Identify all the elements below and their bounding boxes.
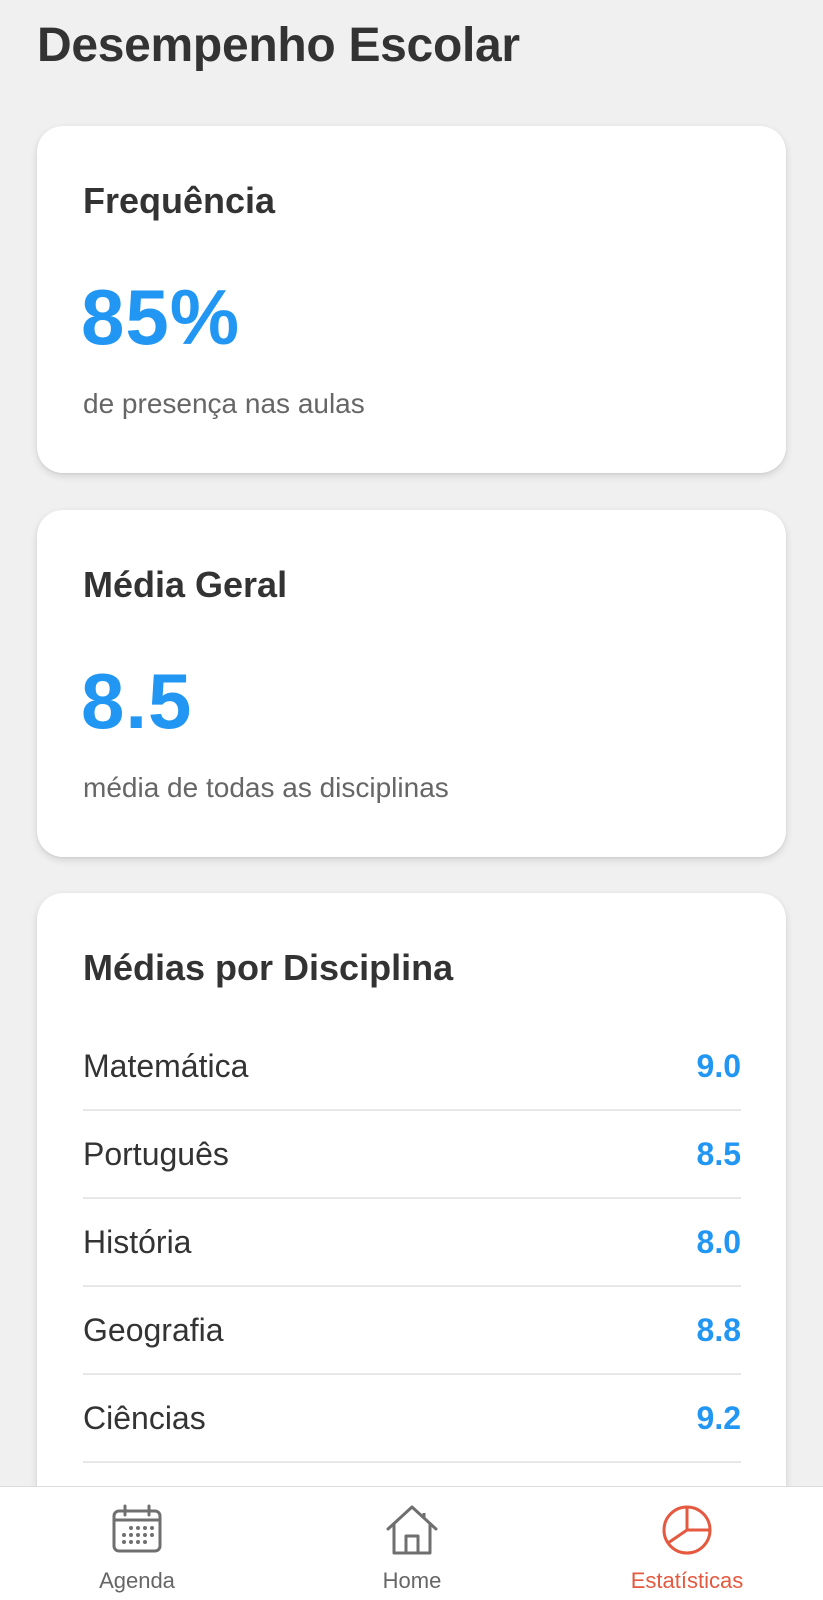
nav-item-estatisticas[interactable]: Estatísticas (587, 1487, 787, 1600)
subject-grade: 8.8 (696, 1311, 741, 1348)
home-icon (386, 1505, 438, 1555)
nav-item-agenda[interactable]: Agenda (37, 1487, 237, 1600)
subject-name: Português (83, 1135, 229, 1172)
subject-grade: 8.5 (696, 1135, 741, 1172)
bottom-nav: Agenda Home Estatísticas (0, 1486, 823, 1600)
nav-label-estatisticas: Estatísticas (630, 1568, 744, 1593)
subject-row: Português 8.5 (83, 1111, 741, 1199)
media-geral-value: 8.5 (81, 657, 193, 745)
subject-name: Matemática (83, 1047, 249, 1084)
nav-label-agenda: Agenda (99, 1568, 175, 1593)
subject-row: Ciências 9.2 (83, 1375, 741, 1463)
media-geral-title: Média Geral (83, 564, 288, 605)
pie-chart-icon (662, 1505, 712, 1555)
subject-list[interactable]: Matemática 9.0 Português 8.5 História 8.… (83, 1023, 741, 1463)
subject-grade: 9.2 (696, 1399, 741, 1436)
media-geral-card: Média Geral 8.5 média de todas as discip… (37, 510, 786, 857)
subject-name: História (83, 1223, 192, 1260)
nav-item-home[interactable]: Home (312, 1487, 512, 1600)
subject-name: Geografia (83, 1311, 224, 1348)
frequencia-card: Frequência 85% de presença nas aulas (37, 126, 786, 473)
page-title: Desempenho Escolar (37, 19, 520, 72)
frequencia-title: Frequência (83, 180, 276, 221)
subject-name: Ciências (83, 1399, 206, 1436)
subject-row: Geografia 8.8 (83, 1287, 741, 1375)
calendar-icon (112, 1504, 162, 1553)
media-geral-caption: média de todas as disciplinas (83, 772, 449, 803)
subject-row: Matemática 9.0 (83, 1023, 741, 1111)
subject-grade: 8.0 (696, 1223, 741, 1260)
nav-label-home: Home (382, 1568, 442, 1593)
subject-grade: 9.0 (696, 1047, 741, 1084)
frequencia-value: 85% (81, 273, 241, 361)
subject-row: História 8.0 (83, 1199, 741, 1287)
disciplinas-title: Médias por Disciplina (83, 947, 454, 988)
frequencia-caption: de presença nas aulas (83, 388, 365, 419)
